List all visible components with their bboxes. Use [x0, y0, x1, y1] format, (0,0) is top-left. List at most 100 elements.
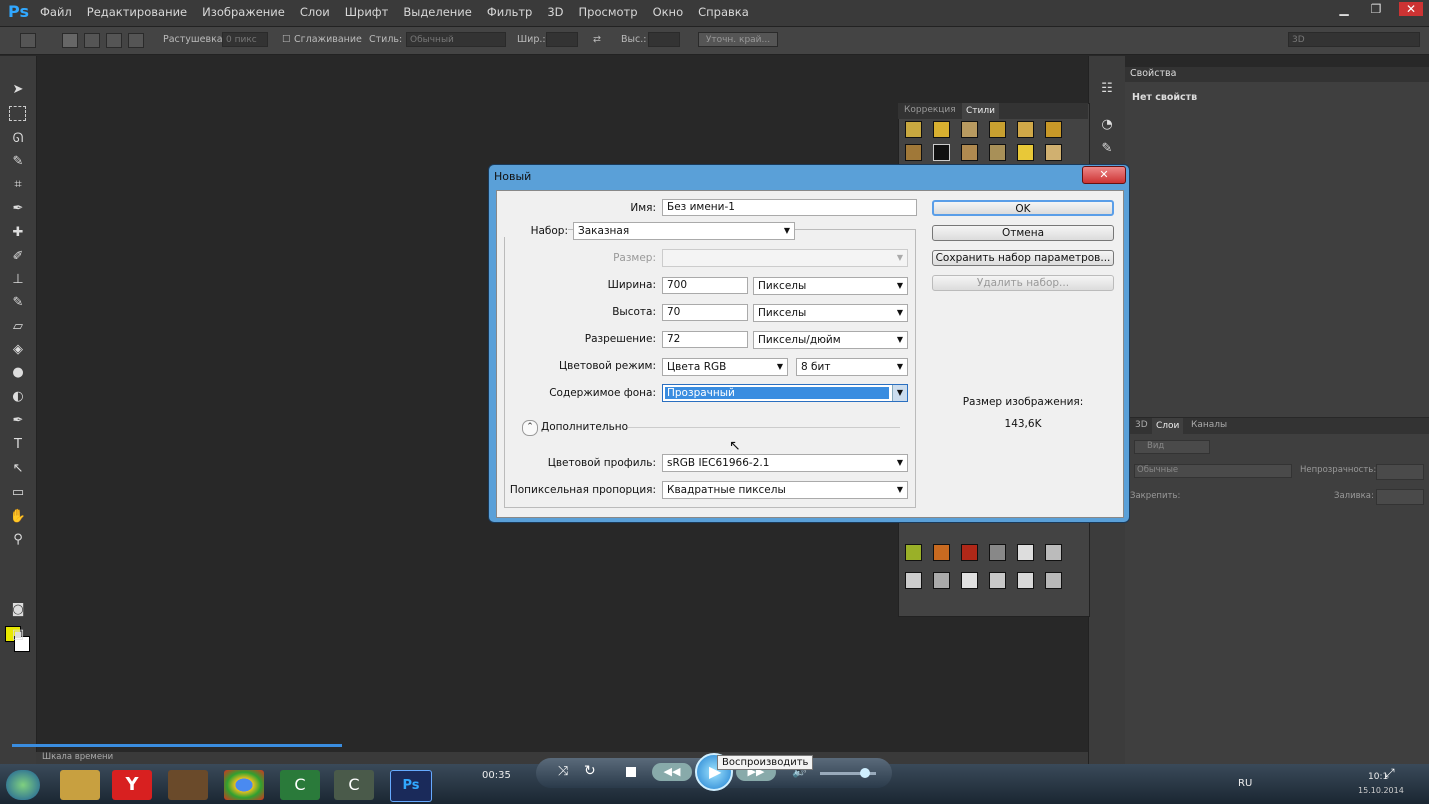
- style-swatch[interactable]: [989, 121, 1006, 138]
- style-swatch[interactable]: [1045, 121, 1062, 138]
- antialias-checkbox[interactable]: ☐: [282, 34, 291, 45]
- add-selection-icon[interactable]: [84, 33, 100, 48]
- marquee-tool-icon[interactable]: [9, 106, 26, 121]
- shuffle-icon[interactable]: ⤨: [558, 764, 568, 779]
- menu-view[interactable]: Просмотр: [579, 5, 638, 19]
- tab-adjustments[interactable]: Коррекция: [904, 105, 956, 115]
- camtasia-icon[interactable]: C: [280, 770, 320, 800]
- style-swatch[interactable]: [961, 144, 978, 161]
- history-brush-icon[interactable]: ✎: [9, 294, 27, 312]
- clock-date[interactable]: 15.10.2014: [1358, 786, 1404, 795]
- refine-edge-button[interactable]: Уточн. край...: [698, 32, 778, 47]
- chrome-icon[interactable]: [224, 770, 264, 800]
- adjustments-panel-icon[interactable]: ◔: [1098, 116, 1116, 134]
- resolution-input[interactable]: 72: [662, 331, 748, 348]
- name-input[interactable]: Без имени-1: [662, 199, 917, 216]
- opacity-input[interactable]: [1376, 464, 1424, 480]
- tab-properties[interactable]: Свойства: [1130, 68, 1176, 79]
- swap-icon[interactable]: ⇄: [593, 34, 601, 45]
- minimize-icon[interactable]: ▁: [1335, 2, 1353, 16]
- style-swatch[interactable]: [989, 572, 1006, 589]
- fill-input[interactable]: [1376, 489, 1424, 505]
- color-mode-select[interactable]: Цвета RGB ▼: [662, 358, 788, 376]
- width-input[interactable]: [546, 32, 578, 47]
- menu-3d[interactable]: 3D: [547, 5, 563, 19]
- style-swatch[interactable]: [989, 144, 1006, 161]
- zoom-tool-icon[interactable]: ⚲: [9, 531, 27, 549]
- tab-3d[interactable]: 3D: [1135, 420, 1148, 430]
- height-input[interactable]: 70: [662, 304, 748, 321]
- dodge-tool-icon[interactable]: ◐: [9, 388, 27, 406]
- blend-mode-select[interactable]: Обычные: [1134, 464, 1292, 478]
- language-indicator[interactable]: RU: [1238, 778, 1252, 789]
- style-swatch[interactable]: [961, 544, 978, 561]
- intersect-selection-icon[interactable]: [128, 33, 144, 48]
- quick-selection-icon[interactable]: ✎: [9, 153, 27, 171]
- cancel-button[interactable]: Отмена: [932, 225, 1114, 241]
- style-swatch[interactable]: [1045, 144, 1062, 161]
- menu-filter[interactable]: Фильтр: [487, 5, 533, 19]
- crop-tool-icon[interactable]: ⌗: [9, 176, 27, 194]
- eyedropper-icon[interactable]: ✒: [9, 200, 27, 218]
- clone-stamp-icon[interactable]: ⊥: [9, 271, 27, 289]
- style-swatch[interactable]: [905, 572, 922, 589]
- close-icon[interactable]: ✕: [1399, 2, 1423, 16]
- bit-depth-select[interactable]: 8 бит ▼: [796, 358, 908, 376]
- path-selection-icon[interactable]: ↖: [9, 460, 27, 478]
- paint-bucket-icon[interactable]: ◈: [9, 341, 27, 359]
- menu-layers[interactable]: Слои: [300, 5, 330, 19]
- menu-select[interactable]: Выделение: [403, 5, 472, 19]
- dialog-close-icon[interactable]: ✕: [1082, 166, 1126, 184]
- type-tool-icon[interactable]: T: [9, 436, 27, 454]
- rectangle-tool-icon[interactable]: ▭: [9, 484, 27, 502]
- yandex-browser-icon[interactable]: Y: [112, 770, 152, 800]
- style-select[interactable]: Обычный: [406, 32, 506, 47]
- style-swatch[interactable]: [933, 144, 950, 161]
- style-swatch[interactable]: [1045, 572, 1062, 589]
- healing-brush-icon[interactable]: ✚: [9, 224, 27, 242]
- tab-channels[interactable]: Каналы: [1191, 420, 1227, 430]
- style-swatch[interactable]: [1045, 544, 1062, 561]
- tab-layers[interactable]: Слои: [1152, 418, 1184, 434]
- feather-input[interactable]: 0 пикс: [222, 32, 268, 47]
- camtasia-recorder-icon[interactable]: C: [334, 770, 374, 800]
- style-swatch[interactable]: [1017, 144, 1034, 161]
- menu-type[interactable]: Шрифт: [345, 5, 389, 19]
- style-swatch[interactable]: [933, 544, 950, 561]
- preset-select[interactable]: Заказная ▼: [573, 222, 795, 240]
- menu-edit[interactable]: Редактирование: [87, 5, 187, 19]
- menu-image[interactable]: Изображение: [202, 5, 285, 19]
- background-contents-select[interactable]: Прозрачный ▼: [662, 384, 908, 402]
- tab-styles[interactable]: Стили: [962, 103, 999, 119]
- marquee-preset-icon[interactable]: [20, 33, 36, 48]
- pen-tool-icon[interactable]: ✒: [9, 412, 27, 430]
- video-progress-bar[interactable]: [12, 744, 342, 747]
- ok-button[interactable]: OK: [932, 200, 1114, 216]
- style-swatch[interactable]: [933, 121, 950, 138]
- explorer-icon[interactable]: [60, 770, 100, 800]
- brush-tool-icon[interactable]: ✐: [9, 248, 27, 266]
- save-preset-button[interactable]: Сохранить набор параметров...: [932, 250, 1114, 266]
- start-button-icon[interactable]: [6, 770, 40, 800]
- rewind-icon[interactable]: ◀◀: [652, 763, 692, 781]
- color-profile-select[interactable]: sRGB IEC61966-2.1 ▼: [662, 454, 908, 472]
- new-selection-icon[interactable]: [62, 33, 78, 48]
- menu-help[interactable]: Справка: [698, 5, 749, 19]
- restore-icon[interactable]: ❐: [1367, 2, 1385, 16]
- quick-mask-icon[interactable]: ◙: [9, 601, 27, 619]
- width-input[interactable]: 700: [662, 277, 748, 294]
- menu-window[interactable]: Окно: [653, 5, 684, 19]
- style-swatch[interactable]: [961, 121, 978, 138]
- height-input[interactable]: [648, 32, 680, 47]
- workspace-select[interactable]: 3D: [1288, 32, 1420, 47]
- game-icon[interactable]: [168, 770, 208, 800]
- hand-tool-icon[interactable]: ✋: [9, 508, 27, 526]
- pixel-aspect-select[interactable]: Квадратные пикселы ▼: [662, 481, 908, 499]
- screen-mode-icon[interactable]: ▣: [9, 626, 27, 644]
- style-swatch[interactable]: [905, 544, 922, 561]
- style-swatch[interactable]: [1017, 121, 1034, 138]
- lasso-tool-icon[interactable]: ᘏ: [9, 130, 27, 148]
- menu-file[interactable]: Файл: [40, 5, 72, 19]
- volume-handle[interactable]: [860, 768, 870, 778]
- photoshop-taskbar-icon[interactable]: Ps: [390, 770, 432, 802]
